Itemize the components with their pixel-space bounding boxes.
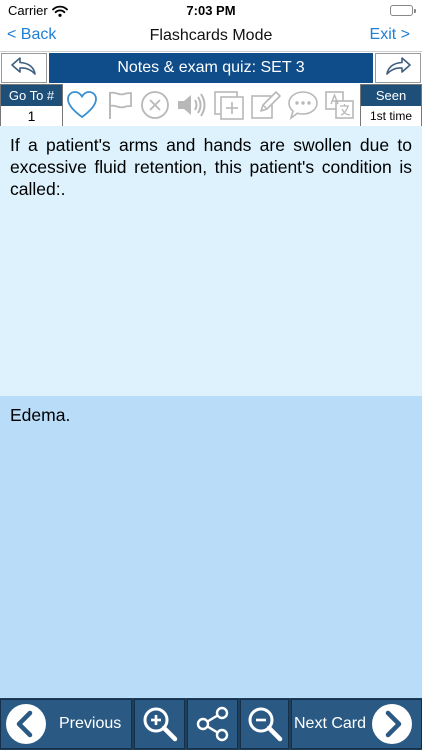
zoom-out-button[interactable]	[240, 699, 289, 749]
status-bar: Carrier 7:03 PM	[0, 0, 422, 22]
seen-label: Seen	[361, 85, 421, 106]
previous-set-button[interactable]	[1, 53, 47, 83]
goto-card[interactable]: Go To # 1	[0, 84, 63, 126]
previous-card-button[interactable]: Previous	[0, 699, 132, 749]
set-title: Notes & exam quiz: SET 3	[49, 53, 373, 83]
translate-icon[interactable]	[323, 88, 357, 122]
share-button[interactable]	[187, 699, 238, 749]
share-icon	[193, 704, 233, 744]
answer-text: Edema.	[10, 405, 71, 425]
undo-arrow-icon	[9, 55, 39, 82]
exit-button[interactable]: Exit >	[370, 26, 410, 44]
zoom-out-icon	[245, 704, 285, 744]
next-label: Next Card	[294, 715, 367, 732]
chevron-right-icon	[370, 702, 414, 746]
question-text: If a patient's arms and hands are swolle…	[10, 135, 412, 199]
seen-status: Seen 1st time	[360, 84, 422, 126]
question-panel[interactable]: If a patient's arms and hands are swolle…	[0, 126, 422, 396]
nav-bar: < Back Flashcards Mode Exit >	[0, 22, 422, 52]
next-card-button[interactable]: Next Card	[291, 699, 422, 749]
edit-icon[interactable]	[249, 88, 283, 122]
goto-value[interactable]: 1	[1, 106, 62, 126]
tools-row: Go To # 1 Seen 1st time	[0, 84, 422, 126]
goto-label: Go To #	[1, 85, 62, 106]
previous-label: Previous	[59, 715, 122, 732]
flag-icon[interactable]	[102, 88, 136, 122]
seen-value: 1st time	[361, 106, 421, 126]
heart-icon[interactable]	[65, 88, 99, 122]
zoom-in-icon	[140, 704, 180, 744]
chevron-left-icon	[4, 702, 48, 746]
comment-icon[interactable]	[286, 88, 320, 122]
set-bar: Notes & exam quiz: SET 3	[0, 52, 422, 84]
speaker-icon[interactable]	[174, 88, 208, 122]
status-time: 7:03 PM	[186, 3, 236, 18]
page-title: Flashcards Mode	[149, 27, 273, 44]
redo-arrow-icon	[383, 55, 413, 82]
close-circle-icon[interactable]	[138, 88, 172, 122]
next-set-button[interactable]	[375, 53, 421, 83]
answer-panel[interactable]: Edema.	[0, 396, 422, 698]
zoom-in-button[interactable]	[134, 699, 185, 749]
bottom-toolbar: Previous Next Card	[0, 698, 422, 750]
battery-icon	[390, 5, 416, 16]
add-card-icon[interactable]	[212, 88, 246, 122]
